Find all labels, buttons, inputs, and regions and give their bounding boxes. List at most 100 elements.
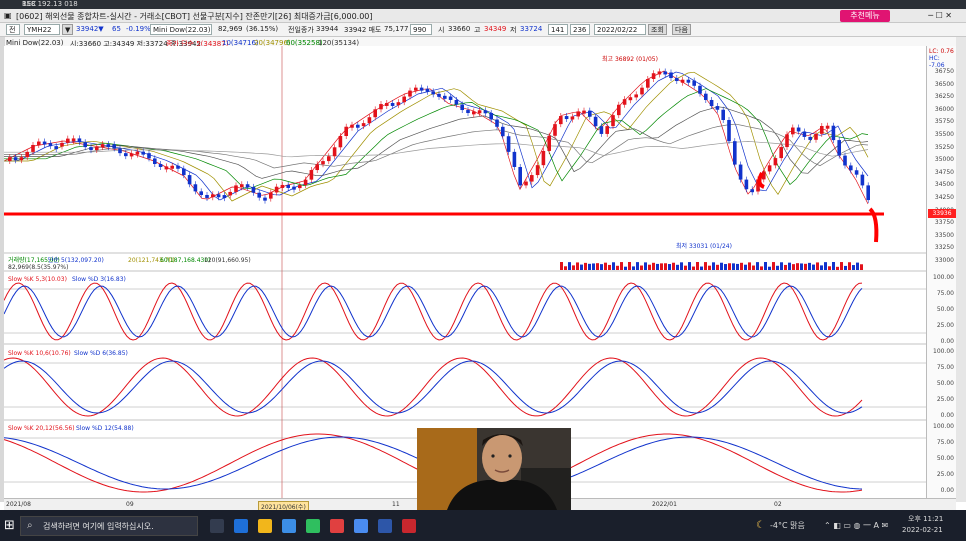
volume-bar xyxy=(696,262,699,270)
volume-bar xyxy=(640,265,643,270)
high-value: 34349 xyxy=(484,25,507,33)
date-label-sep: 09 xyxy=(126,501,134,508)
volume-bar xyxy=(812,264,815,270)
volume-bar xyxy=(724,264,727,270)
stoch-axis-label: 0.00 xyxy=(940,338,954,345)
stoch-axis-label: 75.00 xyxy=(936,364,954,371)
volume-bar xyxy=(824,262,827,270)
stoch-axis-label: 75.00 xyxy=(936,439,954,446)
webcam-overlay xyxy=(417,428,571,510)
qty-input[interactable]: 990 xyxy=(410,24,432,35)
market-select[interactable]: 전 xyxy=(6,24,20,35)
date-label-aug: 2021/08 xyxy=(6,501,31,508)
volume-bar xyxy=(576,262,579,270)
recommend-menu-button[interactable]: 추천메뉴 xyxy=(840,10,890,22)
app-icon-2[interactable] xyxy=(306,519,320,533)
prev-close-label: 전일종가 xyxy=(288,26,314,34)
volume-bar xyxy=(628,262,631,270)
volume-value: 82,969 xyxy=(218,25,243,33)
volume-legend-extra: 82,969(8.5(35.97%) xyxy=(8,264,68,271)
vertical-scrollbar[interactable] xyxy=(956,37,966,502)
volume-bar xyxy=(768,266,771,270)
volume-bar xyxy=(632,266,635,270)
stoch-axis-label: 0.00 xyxy=(940,487,954,494)
stoch-axis-label: 100.00 xyxy=(933,348,954,355)
volume-bar xyxy=(772,262,775,270)
price-axis-label: 36250 xyxy=(934,93,954,101)
app-icon-4[interactable] xyxy=(378,519,392,533)
volume-bar xyxy=(752,265,755,270)
price-axis-label: 36500 xyxy=(934,80,954,88)
volume-bar xyxy=(856,262,859,270)
stoch-axis-label: 75.00 xyxy=(936,290,954,297)
volume-bar xyxy=(844,265,847,270)
volume-bar xyxy=(816,262,819,270)
taskbar-search-box[interactable]: ⌕ 검색하려면 여기에 입력하십시오. xyxy=(20,516,198,536)
edge-icon[interactable] xyxy=(234,519,248,533)
weather-text[interactable]: -4°C 맑음 xyxy=(770,520,805,531)
candle xyxy=(866,182,870,204)
volume-bar xyxy=(560,262,563,270)
candle xyxy=(506,133,511,155)
price-change: 65 xyxy=(112,25,121,33)
window-controls[interactable]: ─ ☐ ✕ xyxy=(928,11,952,20)
stoch-axis-label: 0.00 xyxy=(940,412,954,419)
volume-bar xyxy=(624,266,627,270)
volume-bar xyxy=(572,265,575,270)
price-axis-label: 33000 xyxy=(934,257,954,264)
app-icon-1[interactable] xyxy=(282,519,296,533)
high-label: 고 xyxy=(474,26,481,34)
volume-bar xyxy=(860,264,863,270)
file-explorer-icon[interactable] xyxy=(258,519,272,533)
trading-app-icon[interactable] xyxy=(402,519,416,533)
volume-bar xyxy=(660,263,663,270)
volume-bar xyxy=(668,264,671,270)
volume-bar xyxy=(656,263,659,270)
volume-bar xyxy=(744,264,747,270)
volume-bar xyxy=(600,264,603,270)
low-label: 저 xyxy=(510,26,517,34)
candle xyxy=(733,138,737,168)
app-icon-3[interactable] xyxy=(330,519,344,533)
date-input[interactable]: 2022/02/22 xyxy=(594,24,646,35)
weather-icon[interactable]: ☾ xyxy=(756,520,765,531)
volume-bar xyxy=(596,263,599,270)
candle xyxy=(727,117,731,145)
next-button[interactable]: 다음 xyxy=(672,24,691,35)
windows-start-icon[interactable]: ⊞ xyxy=(4,518,15,533)
taskbar-clock[interactable]: 오후 11:21 xyxy=(908,514,943,524)
symbol-name[interactable]: Mini Dow(22.03) xyxy=(150,24,212,35)
volume-bar xyxy=(848,262,851,270)
candle xyxy=(837,137,841,159)
volume-bar xyxy=(720,262,723,270)
price-axis-label: 36750 xyxy=(934,68,954,75)
query-button[interactable]: 조회 xyxy=(648,24,667,35)
symbol-search-button[interactable]: ▼ xyxy=(62,24,74,35)
open-label: 시 xyxy=(438,26,445,34)
price-axis-label: 35750 xyxy=(934,118,954,126)
taskbar-date[interactable]: 2022-02-21 xyxy=(902,526,943,534)
volume-bar xyxy=(568,262,571,270)
volume-legend-ma120: 120(91,660.95) xyxy=(204,257,251,264)
volume-bar xyxy=(684,265,687,270)
candle xyxy=(541,147,546,169)
system-tray-icons[interactable]: ⌃ ◧ ▭ ◍ 一 A ✉ xyxy=(824,520,888,531)
volume-bar xyxy=(748,262,751,270)
volume-bar xyxy=(620,262,623,270)
volume-bar xyxy=(616,265,619,270)
period-input-2[interactable]: 236 xyxy=(570,24,590,35)
symbol-input[interactable]: YMH22 xyxy=(24,24,60,35)
volume-bar xyxy=(728,263,731,270)
volume-bar xyxy=(764,262,767,270)
window-titlebar: 158 192.13 018 REC xyxy=(0,0,966,9)
price-axis-label: 35000 xyxy=(934,156,954,164)
volume-bar xyxy=(592,263,595,270)
price-axis-label: 33250 xyxy=(934,244,954,252)
volume-bar xyxy=(792,264,795,270)
current-price: 33942▼ xyxy=(76,25,104,33)
volume-bar xyxy=(672,262,675,270)
period-input[interactable]: 141 xyxy=(548,24,568,35)
chrome-icon[interactable] xyxy=(354,519,368,533)
volume-bar xyxy=(760,266,763,270)
task-view-icon[interactable] xyxy=(210,519,224,533)
